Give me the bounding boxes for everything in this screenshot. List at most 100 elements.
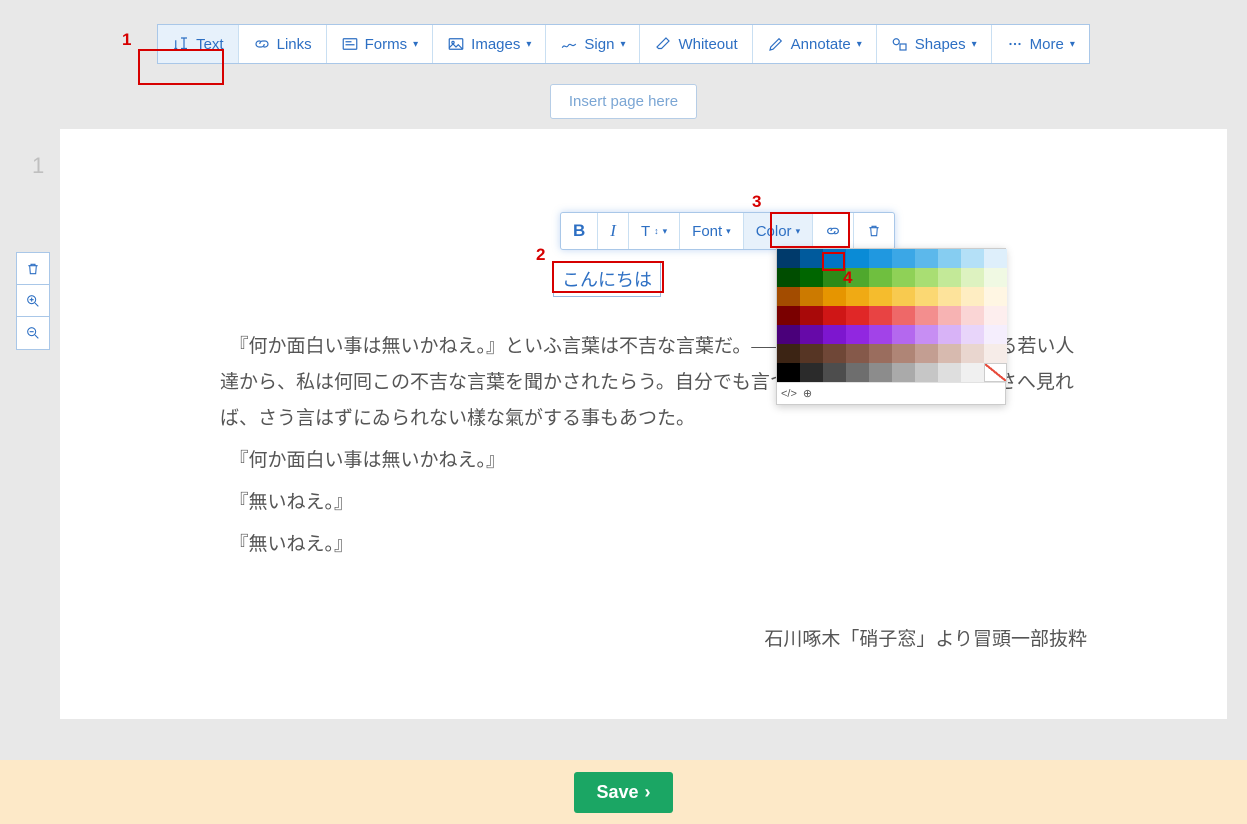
color-swatch[interactable] [777, 325, 800, 344]
color-swatch[interactable] [777, 249, 800, 268]
color-swatch[interactable] [915, 363, 938, 382]
color-swatch[interactable] [869, 287, 892, 306]
color-swatch[interactable] [823, 325, 846, 344]
color-swatch[interactable] [892, 249, 915, 268]
toolbar-links[interactable]: Links [239, 25, 327, 63]
color-swatch[interactable] [915, 268, 938, 287]
caret-icon: ▾ [526, 39, 531, 50]
color-swatch[interactable] [938, 287, 961, 306]
color-swatch[interactable] [846, 287, 869, 306]
color-swatch[interactable] [915, 325, 938, 344]
color-swatch[interactable] [892, 363, 915, 382]
color-swatch[interactable] [892, 344, 915, 363]
color-swatch[interactable] [823, 306, 846, 325]
color-swatch[interactable] [869, 249, 892, 268]
color-swatch[interactable] [984, 287, 1007, 306]
color-swatch[interactable] [984, 344, 1007, 363]
color-swatch[interactable] [984, 325, 1007, 344]
color-swatch[interactable] [961, 363, 984, 382]
color-swatch[interactable] [869, 306, 892, 325]
color-swatch[interactable] [846, 344, 869, 363]
text-delete-button[interactable] [854, 213, 894, 249]
italic-button[interactable]: I [598, 213, 629, 249]
color-swatch[interactable] [800, 306, 823, 325]
font-button[interactable]: Font▾ [680, 213, 744, 249]
toolbar-more[interactable]: More ▾ [992, 25, 1089, 63]
caret-icon: ▾ [663, 226, 668, 237]
color-swatch[interactable] [800, 287, 823, 306]
code-icon[interactable]: </> [781, 388, 797, 400]
color-swatch[interactable] [892, 268, 915, 287]
color-swatch[interactable] [984, 306, 1007, 325]
color-swatch[interactable] [800, 249, 823, 268]
color-swatch[interactable] [938, 325, 961, 344]
color-swatch[interactable] [777, 287, 800, 306]
color-swatch[interactable] [984, 249, 1007, 268]
color-swatch[interactable] [984, 363, 1007, 382]
color-swatch[interactable] [915, 287, 938, 306]
color-swatch[interactable] [915, 344, 938, 363]
zoom-in-button[interactable] [17, 285, 49, 317]
color-swatch[interactable] [938, 306, 961, 325]
toolbar-images[interactable]: Images ▾ [433, 25, 546, 63]
color-swatch[interactable] [961, 344, 984, 363]
inserted-text-box[interactable]: こんにちは [553, 261, 661, 297]
toolbar-forms[interactable]: Forms ▾ [327, 25, 434, 63]
color-swatch[interactable] [777, 344, 800, 363]
color-swatch[interactable] [892, 287, 915, 306]
color-swatch[interactable] [984, 268, 1007, 287]
color-swatch[interactable] [938, 363, 961, 382]
color-swatch[interactable] [777, 363, 800, 382]
color-swatch[interactable] [869, 268, 892, 287]
color-swatch[interactable] [800, 268, 823, 287]
bold-button[interactable]: B [561, 213, 598, 249]
toolbar-shapes[interactable]: Shapes ▾ [877, 25, 992, 63]
color-swatch[interactable] [823, 249, 846, 268]
color-swatch[interactable] [846, 249, 869, 268]
save-button[interactable]: Save › [574, 772, 672, 813]
color-swatch[interactable] [938, 344, 961, 363]
color-button[interactable]: Color▾ [744, 213, 813, 249]
color-swatch[interactable] [846, 306, 869, 325]
color-swatch[interactable] [823, 287, 846, 306]
color-swatch[interactable] [961, 268, 984, 287]
caret-icon: ▾ [413, 39, 418, 50]
color-swatch[interactable] [892, 325, 915, 344]
color-swatch[interactable] [961, 249, 984, 268]
color-swatch[interactable] [846, 325, 869, 344]
color-swatch[interactable] [892, 306, 915, 325]
color-swatch[interactable] [777, 306, 800, 325]
toolbar-sign[interactable]: Sign ▾ [546, 25, 640, 63]
color-swatch[interactable] [915, 306, 938, 325]
color-swatch[interactable] [869, 344, 892, 363]
delete-page-button[interactable] [17, 253, 49, 285]
target-icon[interactable]: ⊕ [803, 387, 812, 400]
color-swatch[interactable] [961, 325, 984, 344]
insert-page-button[interactable]: Insert page here [550, 84, 697, 119]
color-swatch[interactable] [800, 363, 823, 382]
color-swatch[interactable] [961, 306, 984, 325]
color-swatch[interactable] [915, 249, 938, 268]
toolbar-text[interactable]: Text [158, 25, 239, 63]
color-swatch[interactable] [869, 325, 892, 344]
text-link-button[interactable] [813, 213, 854, 249]
color-swatch[interactable] [961, 287, 984, 306]
color-swatch[interactable] [777, 268, 800, 287]
color-swatch[interactable] [938, 249, 961, 268]
toolbar-text-label: Text [196, 36, 224, 53]
chevron-right-icon: › [645, 782, 651, 803]
color-swatch[interactable] [938, 268, 961, 287]
caret-icon: ▾ [620, 39, 625, 50]
color-swatch[interactable] [823, 344, 846, 363]
color-swatch[interactable] [823, 363, 846, 382]
color-swatch[interactable] [846, 363, 869, 382]
toolbar-annotate[interactable]: Annotate ▾ [753, 25, 877, 63]
text-size-button[interactable]: T↕▾ [629, 213, 680, 249]
color-swatch[interactable] [869, 363, 892, 382]
color-swatch[interactable] [800, 325, 823, 344]
color-swatch[interactable] [800, 344, 823, 363]
dots-icon [1006, 35, 1024, 53]
zoom-out-button[interactable] [17, 317, 49, 349]
caret-icon: ▾ [972, 39, 977, 50]
toolbar-whiteout[interactable]: Whiteout [640, 25, 752, 63]
